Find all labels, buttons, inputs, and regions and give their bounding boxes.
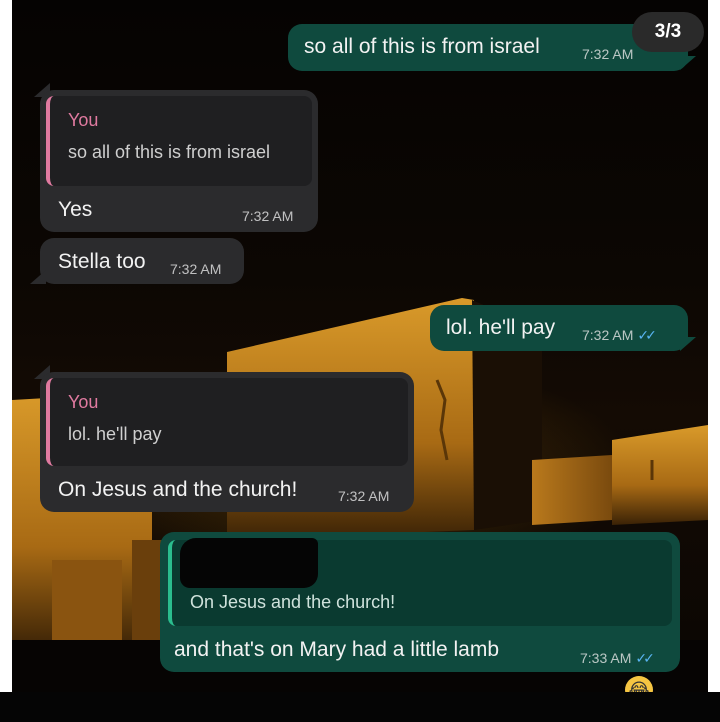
bubble-tail — [680, 337, 696, 351]
quoted-message[interactable]: You so all of this is from israel — [46, 96, 312, 186]
screenshot-border-right — [708, 0, 720, 692]
message-outgoing[interactable]: so all of this is from israel 7:32 AM — [288, 24, 688, 71]
message-time: 7:33 AM ✓✓ — [580, 650, 655, 666]
message-time: 7:32 AM ✓✓ — [582, 327, 657, 343]
bubble-tail — [30, 270, 46, 284]
quote-author: You — [68, 392, 99, 412]
message-incoming[interactable]: Stella too 7:32 AM — [40, 238, 244, 284]
chat-background: so all of this is from israel 7:32 AM Yo… — [12, 0, 708, 692]
double-check-icon: ✓✓ — [635, 650, 655, 666]
quote-text: so all of this is from israel — [68, 142, 271, 162]
quoted-message[interactable]: You lol. he'll pay — [46, 378, 408, 466]
quote-text: lol. he'll pay — [68, 424, 162, 444]
message-incoming-reply[interactable]: You lol. he'll pay On Jesus and the chur… — [40, 372, 414, 512]
screenshot-border-left — [0, 0, 12, 692]
message-text: On Jesus and the church! — [58, 478, 298, 501]
quote-text: On Jesus and the church! — [190, 592, 396, 612]
bubble-tail — [680, 56, 696, 70]
message-text: lol. he'll pay — [446, 316, 556, 339]
redacted-name-scribble — [180, 538, 318, 588]
message-text: and that's on Mary had a little lamb — [174, 638, 500, 661]
message-time: 7:32 AM — [582, 46, 634, 62]
bottom-bar — [0, 692, 720, 722]
page-indicator: 3/3 — [632, 12, 704, 52]
message-text: Yes — [58, 198, 93, 221]
message-incoming-reply[interactable]: You so all of this is from israel Yes 7:… — [40, 90, 318, 232]
double-check-icon: ✓✓ — [637, 327, 657, 343]
message-text: so all of this is from israel — [304, 35, 540, 58]
message-time: 7:32 AM — [170, 261, 222, 277]
message-time: 7:32 AM — [338, 488, 390, 504]
quote-author: You — [68, 110, 99, 130]
message-text: Stella too — [58, 250, 146, 273]
message-outgoing[interactable]: lol. he'll pay 7:32 AM ✓✓ — [430, 305, 688, 351]
message-time: 7:32 AM — [242, 208, 294, 224]
